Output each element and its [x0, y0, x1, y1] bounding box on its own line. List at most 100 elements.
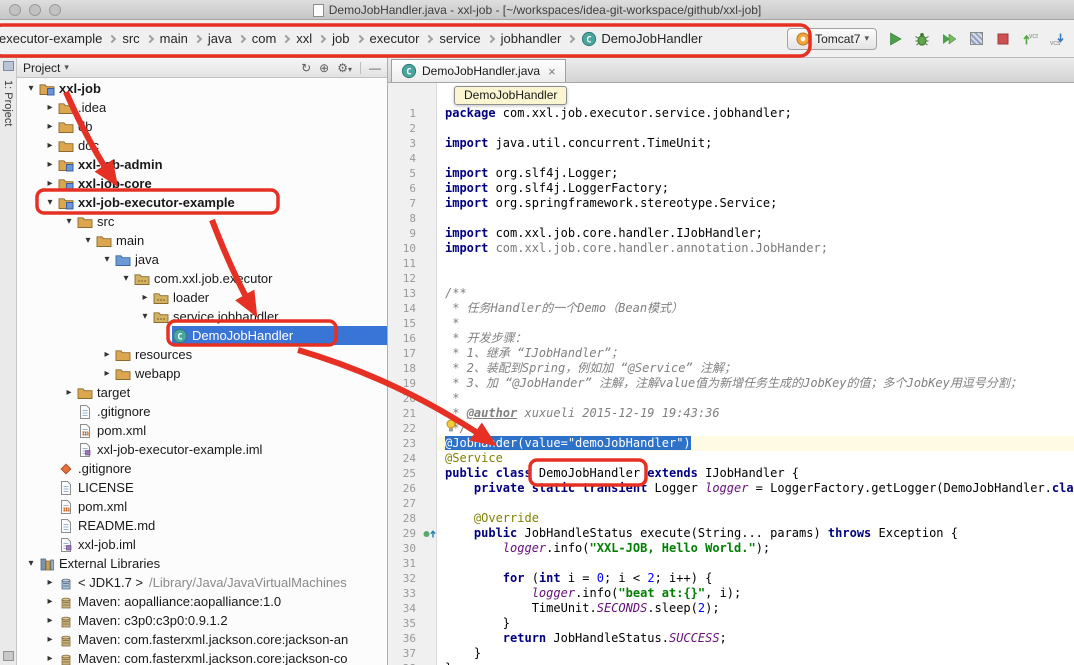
close-window-button[interactable]: [9, 4, 21, 16]
override-marker-icon[interactable]: [422, 526, 437, 541]
hide-panel-icon[interactable]: —: [369, 61, 381, 75]
breadcrumb-item[interactable]: executor: [368, 29, 422, 48]
chevron-expanded-icon[interactable]: ▾: [99, 254, 115, 265]
debug-button[interactable]: [913, 30, 931, 48]
chevron-collapsed-icon[interactable]: ▸: [42, 159, 58, 170]
identifier-chip: DemoJobHandler: [454, 86, 567, 105]
tree-item[interactable]: ▾ xxl-job-executor-example: [17, 193, 387, 212]
tree-item[interactable]: ▸xxl-job-core: [17, 174, 387, 193]
locate-icon[interactable]: ⊕: [319, 61, 329, 75]
tree-item[interactable]: ▸Maven: c3p0:c3p0:0.9.1.2: [17, 611, 387, 630]
chevron-expanded-icon[interactable]: ▾: [23, 83, 39, 94]
tree-item[interactable]: xxl-job.iml: [17, 535, 387, 554]
breadcrumb-item[interactable]: src: [120, 29, 141, 48]
divider: [360, 62, 361, 74]
code-editor[interactable]: 1package com.xxl.job.executor.service.jo…: [388, 83, 1074, 665]
gutter-marker-spacer: [422, 406, 437, 421]
breadcrumb-item[interactable]: CDemoJobHandler: [579, 29, 704, 49]
tree-item[interactable]: ▸resources: [17, 345, 387, 364]
run-button[interactable]: [886, 30, 904, 48]
tree-item-label: loader: [173, 290, 209, 305]
editor-tab[interactable]: C DemoJobHandler.java ×: [391, 59, 566, 82]
chevron-expanded-icon[interactable]: ▾: [118, 273, 134, 284]
tree-item[interactable]: .gitignore: [17, 402, 387, 421]
chevron-collapsed-icon[interactable]: ▸: [99, 368, 115, 379]
breadcrumb-item[interactable]: main: [158, 29, 190, 48]
chevron-collapsed-icon[interactable]: ▸: [42, 121, 58, 132]
tree-item[interactable]: ▾main: [17, 231, 387, 250]
code-line: 23@JobHander(value="demoJobHandler"): [388, 436, 1074, 451]
breadcrumb-item[interactable]: xxl: [294, 29, 314, 48]
pattern-button[interactable]: [967, 30, 985, 48]
tree-item[interactable]: CDemoJobHandler: [17, 326, 387, 345]
stripe-bottom-icon[interactable]: [3, 651, 14, 661]
chevron-collapsed-icon[interactable]: ▸: [42, 102, 58, 113]
window-title: DemoJobHandler.java - xxl-job - [~/works…: [329, 3, 762, 17]
refresh-icon[interactable]: ↻: [301, 61, 311, 75]
tree-item[interactable]: mpom.xml: [17, 497, 387, 516]
chevron-collapsed-icon[interactable]: ▸: [42, 596, 58, 607]
chevron-collapsed-icon[interactable]: ▸: [42, 178, 58, 189]
tree-item[interactable]: ▸db: [17, 117, 387, 136]
tree-item[interactable]: ▾java: [17, 250, 387, 269]
chevron-expanded-icon[interactable]: ▾: [80, 235, 96, 246]
tree-item[interactable]: ▸Maven: aopalliance:aopalliance:1.0: [17, 592, 387, 611]
minimize-window-button[interactable]: [29, 4, 41, 16]
tree-item[interactable]: ▸webapp: [17, 364, 387, 383]
tree-item[interactable]: ▾External Libraries: [17, 554, 387, 573]
gear-icon[interactable]: ⚙▾: [337, 61, 352, 75]
tree-item[interactable]: ▸Maven: com.fasterxml.jackson.core:jacks…: [17, 649, 387, 665]
tree-item-label: xxl-job-executor-example: [78, 195, 235, 210]
chevron-expanded-icon[interactable]: ▾: [23, 558, 39, 569]
tree-item[interactable]: ▾src: [17, 212, 387, 231]
zoom-window-button[interactable]: [49, 4, 61, 16]
chevron-expanded-icon[interactable]: ▾: [61, 216, 77, 227]
chevron-collapsed-icon[interactable]: ▸: [42, 653, 58, 664]
stop-button[interactable]: [994, 30, 1012, 48]
chevron-expanded-icon[interactable]: ▾: [42, 197, 58, 208]
tree-item[interactable]: LICENSE: [17, 478, 387, 497]
tree-item[interactable]: ▸ loader: [17, 288, 387, 307]
tree-item[interactable]: ▾xxl-job: [17, 79, 387, 98]
vcs-update-button[interactable]: VCS: [1048, 30, 1066, 48]
chevron-collapsed-icon[interactable]: ▸: [99, 349, 115, 360]
chevron-collapsed-icon[interactable]: ▸: [42, 577, 58, 588]
tree-item[interactable]: ▸doc: [17, 136, 387, 155]
chevron-collapsed-icon[interactable]: ▸: [61, 387, 77, 398]
tree-item[interactable]: ▸xxl-job-admin: [17, 155, 387, 174]
breadcrumb-item[interactable]: service: [437, 29, 482, 48]
tree-item[interactable]: ▾service.jobhandler: [17, 307, 387, 326]
coverage-button[interactable]: [940, 30, 958, 48]
tree-item[interactable]: .gitignore: [17, 459, 387, 478]
breadcrumb-item[interactable]: java: [206, 29, 234, 48]
tree-item[interactable]: ▸target: [17, 383, 387, 402]
chevron-collapsed-icon[interactable]: ▸: [137, 292, 153, 303]
tree-item[interactable]: ▾com.xxl.job.executor: [17, 269, 387, 288]
breadcrumb-separator-icon: [425, 34, 433, 42]
chevron-down-icon[interactable]: ▾: [64, 62, 69, 73]
tree-item[interactable]: xxl-job-executor-example.iml: [17, 440, 387, 459]
vcs-commit-button[interactable]: VCS: [1021, 30, 1039, 48]
run-configuration-select[interactable]: Tomcat7 ▾: [787, 28, 877, 50]
chevron-expanded-icon[interactable]: ▾: [137, 311, 153, 322]
tree-item[interactable]: ▸Maven: com.fasterxml.jackson.core:jacks…: [17, 630, 387, 649]
breadcrumb-item[interactable]: job: [330, 29, 351, 48]
tree-item[interactable]: ▸.idea: [17, 98, 387, 117]
line-number: 30: [388, 541, 422, 556]
chevron-collapsed-icon[interactable]: ▸: [42, 634, 58, 645]
intention-bulb-icon[interactable]: [445, 419, 457, 433]
project-stripe-label[interactable]: 1: Project: [2, 80, 14, 126]
project-tool-window-icon[interactable]: [3, 61, 14, 71]
chevron-collapsed-icon[interactable]: ▸: [42, 615, 58, 626]
tree-item[interactable]: mpom.xml: [17, 421, 387, 440]
tree-item[interactable]: README.md: [17, 516, 387, 535]
project-panel-title[interactable]: Project: [23, 61, 60, 75]
breadcrumb-item[interactable]: com: [250, 29, 279, 48]
code-line: 31: [388, 556, 1074, 571]
chevron-collapsed-icon[interactable]: ▸: [42, 140, 58, 151]
breadcrumb-item[interactable]: executor-example: [0, 29, 104, 48]
tree-item[interactable]: ▸< JDK1.7 >/Library/Java/JavaVirtualMach…: [17, 573, 387, 592]
package-icon: [153, 290, 169, 306]
breadcrumb-item[interactable]: jobhandler: [499, 29, 564, 48]
close-tab-icon[interactable]: ×: [548, 65, 556, 78]
